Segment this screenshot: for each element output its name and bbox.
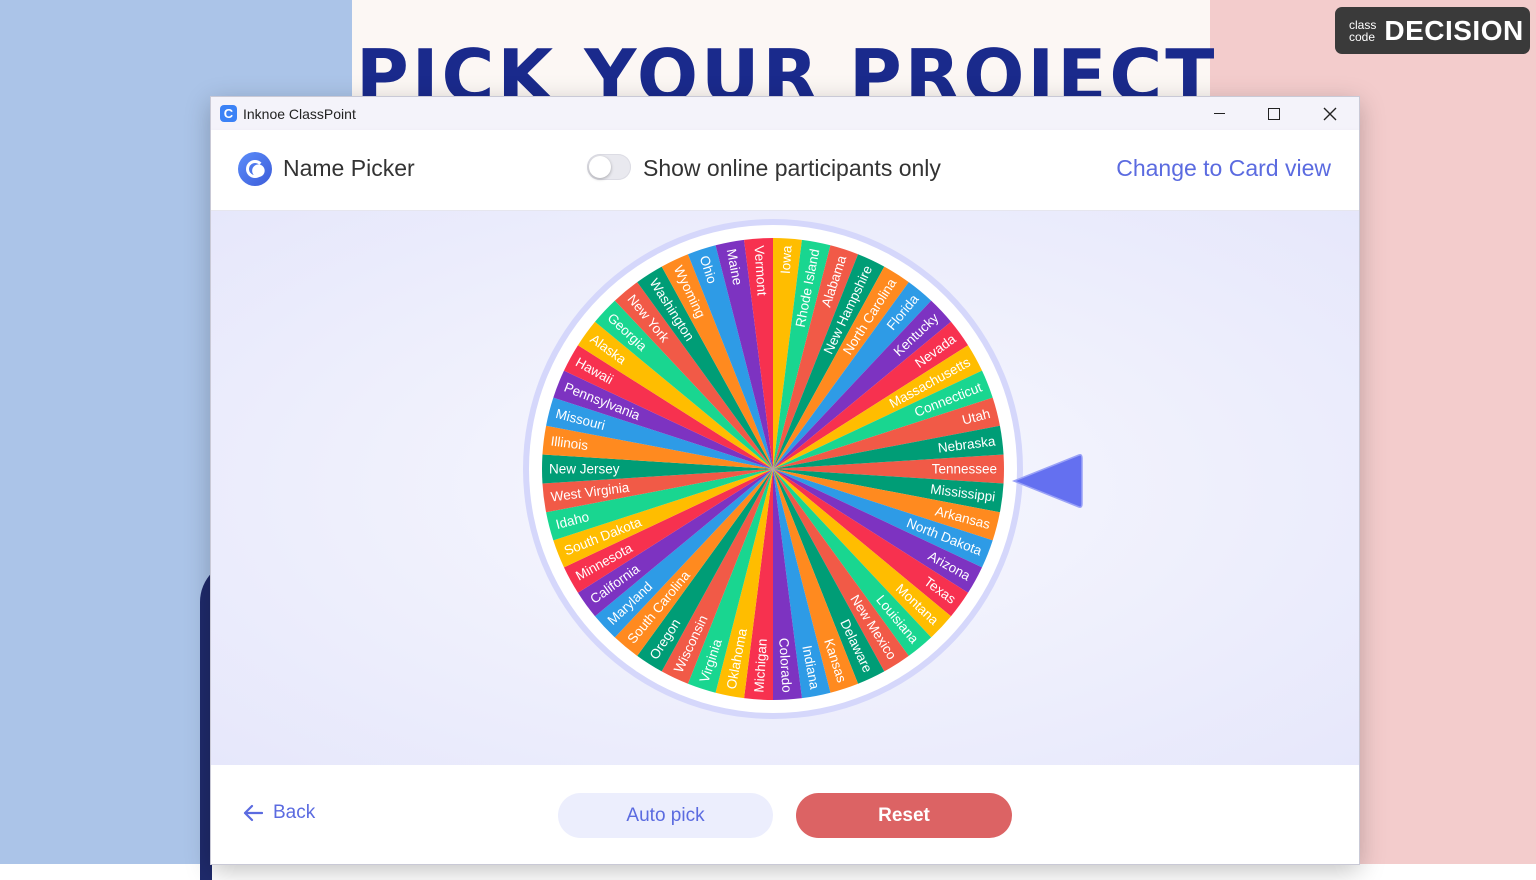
name-picker-header: Name Picker Show online participants onl…: [211, 130, 1359, 211]
close-icon: [1323, 107, 1337, 120]
class-code-value: DECISION: [1384, 14, 1524, 46]
arrow-left-icon: [243, 804, 263, 822]
reset-button[interactable]: Reset: [796, 793, 1012, 838]
wheel-pointer-icon: [1011, 454, 1083, 508]
minimize-button[interactable]: [1191, 97, 1247, 130]
name-picker-logo-icon: [238, 152, 272, 186]
close-button[interactable]: [1302, 97, 1358, 130]
back-button[interactable]: Back: [243, 802, 315, 824]
minimize-icon: [1213, 113, 1225, 114]
change-to-card-view-link[interactable]: Change to Card view: [1116, 155, 1331, 182]
back-label: Back: [273, 802, 316, 823]
name-wheel[interactable]: TennesseeMississippiArkansasNorth Dakota…: [523, 219, 1023, 719]
classpoint-logo-icon: C: [220, 105, 237, 122]
window-titlebar: C Inknoe ClassPoint: [211, 97, 1359, 130]
wheel-slice-label: Tennessee: [932, 462, 997, 477]
wheel-slice-label: Iowa: [778, 244, 795, 274]
maximize-button[interactable]: [1246, 97, 1302, 130]
online-only-toggle[interactable]: [587, 154, 631, 180]
window-title: Inknoe ClassPoint: [243, 105, 356, 122]
online-only-label: Show online participants only: [643, 155, 941, 181]
toggle-knob: [589, 156, 611, 178]
name-picker-title: Name Picker: [283, 155, 415, 181]
auto-pick-button[interactable]: Auto pick: [558, 793, 773, 838]
class-code-badge: class code DECISION: [1335, 7, 1530, 54]
wheel-stage: Tennessee Mississippi Arkansas North Dakota…: [211, 211, 1359, 765]
picker-footer: Back Auto pick Reset: [211, 765, 1359, 864]
class-code-label: class code: [1349, 17, 1377, 44]
classpoint-window: C Inknoe ClassPoint Name Picker Show onl…: [211, 97, 1359, 864]
wheel-slice-label: Vermont: [751, 245, 769, 296]
maximize-icon: [1268, 107, 1280, 120]
wheel-slice-label: New Jersey: [549, 462, 620, 477]
